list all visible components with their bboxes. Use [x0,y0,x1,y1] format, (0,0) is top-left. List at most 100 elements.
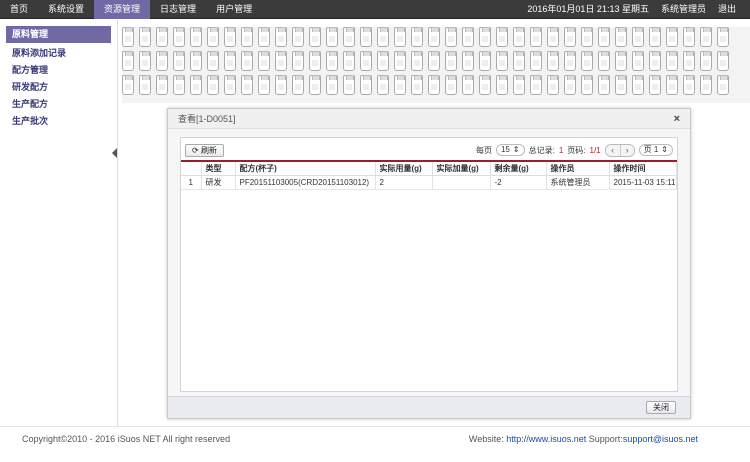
material-bottle-icon[interactable] [360,27,372,47]
material-bottle-icon[interactable] [122,51,134,71]
next-page-icon[interactable]: › [619,144,634,156]
material-bottle-icon[interactable] [649,75,661,95]
sidebar-item-production-formula[interactable]: 生产配方 [0,96,117,113]
material-bottle-icon[interactable] [326,27,338,47]
material-bottle-icon[interactable] [377,51,389,71]
material-bottle-icon[interactable] [156,51,168,71]
material-bottle-icon[interactable] [649,27,661,47]
material-bottle-icon[interactable] [530,51,542,71]
material-bottle-icon[interactable] [292,75,304,95]
material-bottle-icon[interactable] [530,75,542,95]
material-bottle-icon[interactable] [666,27,678,47]
column-header-formula[interactable]: 配方(杯子) [235,161,376,176]
material-bottle-icon[interactable] [394,75,406,95]
material-bottle-icon[interactable] [581,51,593,71]
material-bottle-icon[interactable] [428,75,440,95]
material-bottle-icon[interactable] [649,51,661,71]
material-bottle-icon[interactable] [632,51,644,71]
material-bottle-icon[interactable] [224,75,236,95]
material-bottle-icon[interactable] [479,75,491,95]
material-bottle-icon[interactable] [632,27,644,47]
material-bottle-icon[interactable] [190,27,202,47]
material-bottle-icon[interactable] [479,51,491,71]
material-bottle-icon[interactable] [445,75,457,95]
page-select[interactable]: 页 1 ⇕ [638,144,673,156]
material-bottle-icon[interactable] [598,27,610,47]
material-bottle-icon[interactable] [343,75,355,95]
column-header-remaining[interactable]: 剩余量(g) [490,161,547,176]
material-bottle-icon[interactable] [445,27,457,47]
material-bottle-icon[interactable] [615,75,627,95]
material-bottle-icon[interactable] [343,51,355,71]
material-bottle-icon[interactable] [241,51,253,71]
material-bottle-icon[interactable] [156,27,168,47]
material-bottle-icon[interactable] [615,27,627,47]
material-bottle-icon[interactable] [275,27,287,47]
material-bottle-icon[interactable] [207,51,219,71]
material-bottle-icon[interactable] [207,75,219,95]
material-bottle-icon[interactable] [190,51,202,71]
material-bottle-icon[interactable] [360,51,372,71]
sidebar-item-production-batch[interactable]: 生产批次 [0,113,117,130]
material-bottle-icon[interactable] [190,75,202,95]
material-bottle-icon[interactable] [309,51,321,71]
material-bottle-icon[interactable] [700,75,712,95]
material-bottle-icon[interactable] [275,51,287,71]
material-bottle-icon[interactable] [343,27,355,47]
refresh-button[interactable]: ⟳ 刷新 [185,144,224,157]
material-bottle-icon[interactable] [496,75,508,95]
material-bottle-icon[interactable] [411,27,423,47]
material-bottle-icon[interactable] [139,75,151,95]
nav-system-settings[interactable]: 系统设置 [38,0,94,19]
material-bottle-icon[interactable] [224,27,236,47]
material-bottle-icon[interactable] [513,27,525,47]
material-bottle-icon[interactable] [360,75,372,95]
material-bottle-icon[interactable] [700,27,712,47]
column-header-actual-usage[interactable]: 实际用量(g) [375,161,433,176]
material-bottle-icon[interactable] [632,75,644,95]
material-bottle-icon[interactable] [394,27,406,47]
material-bottle-icon[interactable] [428,27,440,47]
material-bottle-icon[interactable] [496,27,508,47]
material-bottle-icon[interactable] [717,51,729,71]
close-button[interactable]: 关闭 [646,401,676,414]
material-bottle-icon[interactable] [462,27,474,47]
material-bottle-icon[interactable] [700,51,712,71]
material-bottle-icon[interactable] [683,27,695,47]
material-bottle-icon[interactable] [156,75,168,95]
material-bottle-icon[interactable] [479,27,491,47]
material-bottle-icon[interactable] [122,75,134,95]
per-page-select[interactable]: 15 ⇕ [495,144,525,156]
material-bottle-icon[interactable] [496,51,508,71]
column-header-actual-addition[interactable]: 实际加量(g) [432,161,491,176]
material-bottle-icon[interactable] [411,51,423,71]
nav-log-management[interactable]: 日志管理 [150,0,206,19]
material-bottle-icon[interactable] [173,27,185,47]
material-bottle-icon[interactable] [394,51,406,71]
material-bottle-icon[interactable] [598,51,610,71]
logout-link[interactable]: 退出 [718,0,736,19]
sidebar-item-material-add-records[interactable]: 原料添加记录 [0,45,117,62]
material-bottle-icon[interactable] [666,75,678,95]
material-bottle-icon[interactable] [717,75,729,95]
material-bottle-icon[interactable] [717,27,729,47]
sidebar-collapse-icon[interactable] [112,148,117,158]
website-link[interactable]: http://www.isuos.net [506,434,586,444]
material-bottle-icon[interactable] [564,27,576,47]
material-bottle-icon[interactable] [615,51,627,71]
material-bottle-icon[interactable] [292,27,304,47]
material-bottle-icon[interactable] [241,75,253,95]
column-header-operation-time[interactable]: 操作时间 [609,161,677,176]
material-bottle-icon[interactable] [241,27,253,47]
close-icon[interactable]: × [674,109,680,129]
material-bottle-icon[interactable] [564,75,576,95]
material-bottle-icon[interactable] [581,75,593,95]
material-bottle-icon[interactable] [309,27,321,47]
sidebar-item-rd-formula[interactable]: 研发配方 [0,79,117,96]
material-bottle-icon[interactable] [326,51,338,71]
material-bottle-icon[interactable] [581,27,593,47]
nav-home[interactable]: 首页 [0,0,38,19]
column-header-operator[interactable]: 操作员 [546,161,610,176]
material-bottle-icon[interactable] [547,27,559,47]
material-bottle-icon[interactable] [207,27,219,47]
